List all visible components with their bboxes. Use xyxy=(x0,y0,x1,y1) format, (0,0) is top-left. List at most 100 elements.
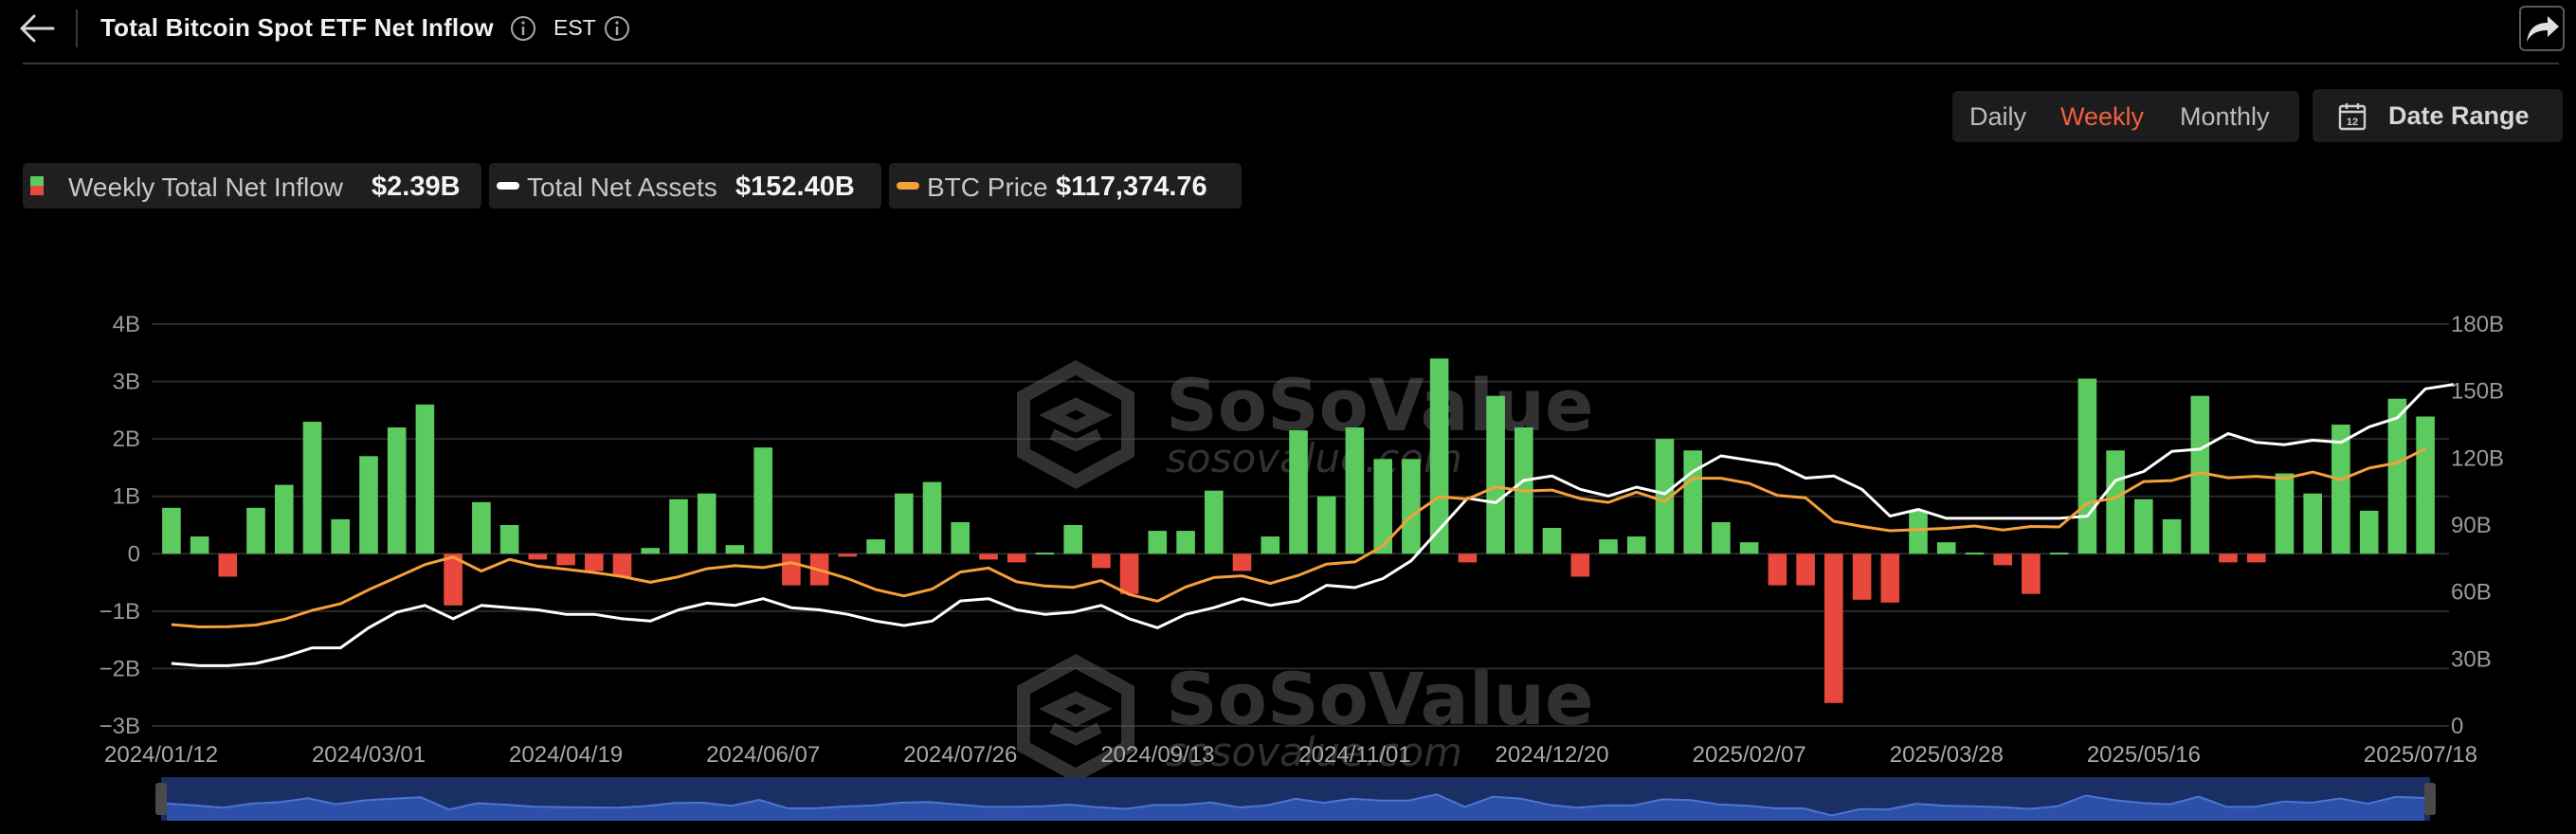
inflow-bar[interactable] xyxy=(1119,553,1139,594)
inflow-bar[interactable] xyxy=(2022,553,2041,594)
tab-weekly[interactable]: Weekly xyxy=(2060,102,2144,132)
inflow-bar[interactable] xyxy=(499,525,519,554)
inflow-bar[interactable] xyxy=(1316,496,1336,554)
inflow-bar[interactable] xyxy=(190,536,209,554)
inflow-bar[interactable] xyxy=(1712,522,1731,554)
y-tick-label: 2B xyxy=(113,426,140,452)
legend-price-label: BTC Price xyxy=(927,172,1048,202)
inflow-bar[interactable] xyxy=(1232,553,1252,571)
inflow-bar[interactable] xyxy=(2106,450,2125,554)
inflow-bar[interactable] xyxy=(246,507,265,554)
inflow-bar[interactable] xyxy=(2275,473,2295,554)
inflow-bar[interactable] xyxy=(1289,430,1308,554)
inflow-bar[interactable] xyxy=(641,548,660,554)
inflow-bar[interactable] xyxy=(1599,539,1618,554)
inflow-bar[interactable] xyxy=(1063,525,1082,554)
inflow-bar[interactable] xyxy=(1176,531,1195,554)
inflow-bar[interactable] xyxy=(1993,553,2012,566)
inflow-bar[interactable] xyxy=(2219,553,2238,563)
inflow-bar[interactable] xyxy=(922,481,942,554)
x-tick-label: 2025/07/18 xyxy=(2364,742,2477,768)
date-range-button[interactable]: 12 Date Range xyxy=(2313,89,2563,142)
inflow-bar[interactable] xyxy=(302,422,322,554)
inflow-bar[interactable] xyxy=(585,553,604,571)
inflow-bar[interactable] xyxy=(979,553,998,560)
inflow-bar[interactable] xyxy=(1261,536,1280,554)
back-arrow-icon[interactable] xyxy=(15,9,57,47)
inflow-bar[interactable] xyxy=(2162,518,2182,554)
inflow-bar[interactable] xyxy=(1936,542,1956,554)
navigator-right-handle[interactable] xyxy=(2424,783,2436,815)
legend-assets[interactable]: Total Net Assets $152.40B xyxy=(489,163,881,208)
inflow-bar[interactable] xyxy=(838,553,858,557)
inflow-bar[interactable] xyxy=(331,518,350,554)
inflow-bar[interactable] xyxy=(2331,425,2350,554)
inflow-bar[interactable] xyxy=(472,501,491,554)
inflow-bar[interactable] xyxy=(951,522,970,554)
share-button[interactable] xyxy=(2519,6,2565,51)
timezone-info-icon[interactable] xyxy=(603,14,631,43)
legend-swatch-icon xyxy=(30,176,44,195)
inflow-bar[interactable] xyxy=(1486,395,1505,554)
navigator-left-handle[interactable] xyxy=(155,783,167,815)
legend-inflow[interactable]: Weekly Total Net Inflow $2.39B xyxy=(23,163,481,208)
watermark: SoSoValue sosovalue.com SoSoValue sosova… xyxy=(1017,360,1594,783)
inflow-bar[interactable] xyxy=(697,493,717,554)
tab-daily[interactable]: Daily xyxy=(1969,102,2026,132)
y2-tick-label: 120B xyxy=(2451,445,2504,471)
inflow-bar[interactable] xyxy=(162,507,181,554)
inflow-bar[interactable] xyxy=(387,427,407,554)
inflow-bar[interactable] xyxy=(1148,531,1168,554)
x-tick-label: 2025/05/16 xyxy=(2087,742,2201,768)
inflow-bar[interactable] xyxy=(1458,553,1478,563)
inflow-bar[interactable] xyxy=(1035,553,1055,555)
inflow-bar[interactable] xyxy=(612,553,632,577)
inflow-bar[interactable] xyxy=(2359,510,2379,554)
inflow-bar[interactable] xyxy=(1007,553,1026,563)
inflow-bar[interactable] xyxy=(1626,536,1646,554)
inflow-bar[interactable] xyxy=(1345,427,1365,554)
inflow-bar[interactable] xyxy=(275,484,294,554)
inflow-bar[interactable] xyxy=(1768,553,1787,586)
inflow-bar[interactable] xyxy=(2247,553,2266,563)
x-tick-label: 2024/09/13 xyxy=(1100,742,1214,768)
inflow-bar[interactable] xyxy=(1570,553,1590,577)
info-icon[interactable] xyxy=(509,14,537,43)
inflow-bar[interactable] xyxy=(2416,416,2435,554)
inflow-bar[interactable] xyxy=(1880,553,1900,603)
inflow-bar[interactable] xyxy=(1683,450,1702,554)
inflow-bar[interactable] xyxy=(1796,553,1815,586)
legend-price[interactable]: BTC Price $117,374.76 xyxy=(889,163,1242,208)
inflow-bar[interactable] xyxy=(1092,553,1111,569)
inflow-bar[interactable] xyxy=(556,553,575,566)
inflow-bar[interactable] xyxy=(218,553,238,577)
inflow-bar[interactable] xyxy=(1542,528,1562,554)
inflow-bar[interactable] xyxy=(1205,490,1224,554)
legend-price-value: $117,374.76 xyxy=(1056,172,1207,202)
inflow-bar[interactable] xyxy=(2303,493,2322,554)
inflow-bar[interactable] xyxy=(2134,499,2153,554)
inflow-bar[interactable] xyxy=(753,447,772,554)
inflow-bar[interactable] xyxy=(725,545,745,554)
inflow-bar[interactable] xyxy=(2049,553,2069,555)
inflow-bar[interactable] xyxy=(415,404,435,554)
y2-tick-label: 180B xyxy=(2451,312,2504,337)
inflow-bar[interactable] xyxy=(1402,459,1421,554)
inflow-bar[interactable] xyxy=(669,499,688,554)
inflow-bar[interactable] xyxy=(1824,553,1843,703)
inflow-bar[interactable] xyxy=(528,553,548,560)
inflow-bar[interactable] xyxy=(2077,378,2097,554)
y-tick-label: 1B xyxy=(113,484,140,510)
inflow-bar[interactable] xyxy=(866,539,885,554)
inflow-bar[interactable] xyxy=(1739,542,1759,554)
inflow-bar[interactable] xyxy=(1909,510,1928,554)
inflow-bar[interactable] xyxy=(1965,553,1985,555)
inflow-bar[interactable] xyxy=(359,456,378,554)
legend-assets-value: $152.40B xyxy=(735,172,855,202)
inflow-bar[interactable] xyxy=(895,493,914,554)
tab-monthly[interactable]: Monthly xyxy=(2180,102,2270,132)
range-navigator[interactable] xyxy=(155,777,2436,821)
inflow-bar[interactable] xyxy=(782,553,801,586)
inflow-bar[interactable] xyxy=(2387,398,2407,554)
inflow-bar[interactable] xyxy=(1852,553,1872,600)
